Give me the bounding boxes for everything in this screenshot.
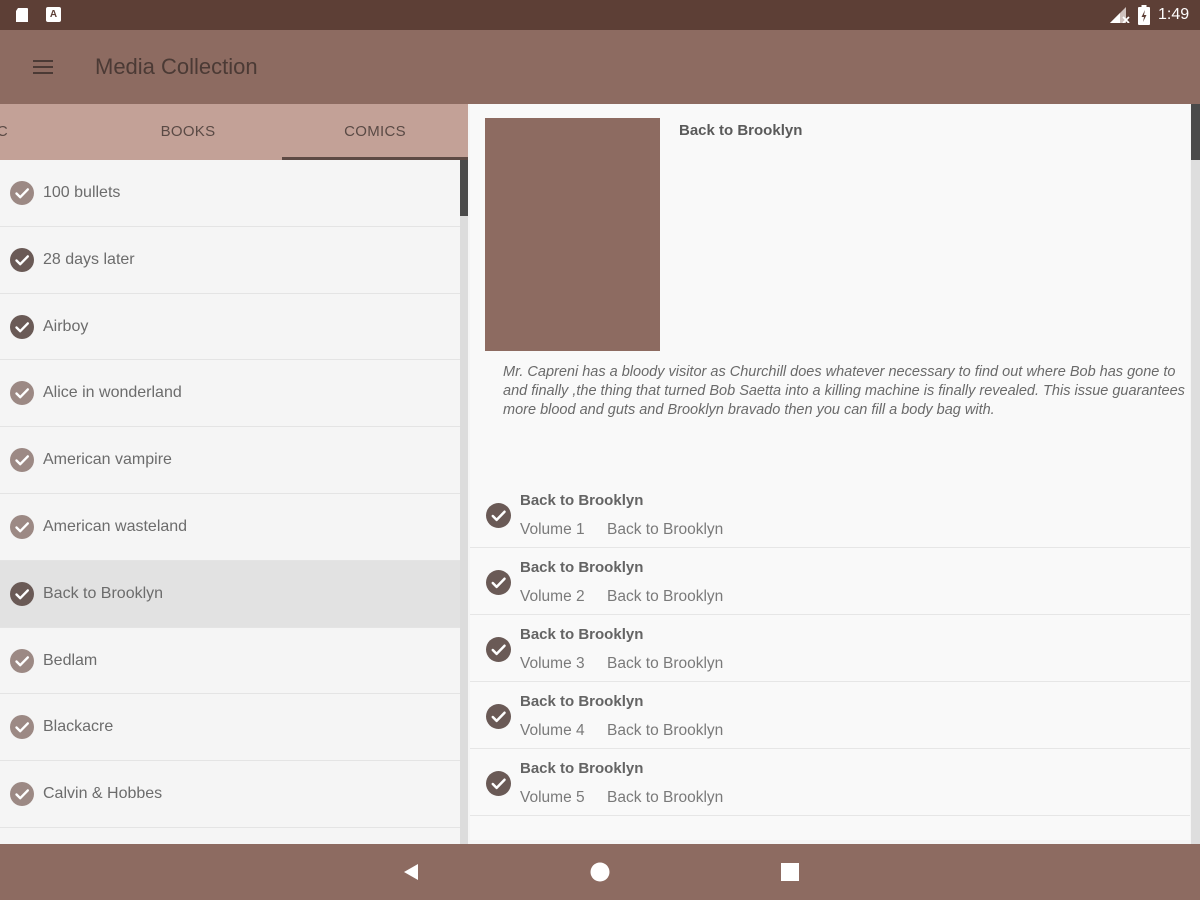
detail-pane: Back to Brooklyn Mr. Capreni has a blood… bbox=[470, 104, 1200, 844]
list-item-label: Alice in wonderland bbox=[43, 384, 182, 402]
comics-list: 100 bullets 28 days later Airboy Alice in w… bbox=[0, 160, 460, 828]
recents-icon[interactable] bbox=[780, 862, 800, 882]
hamburger-menu-icon[interactable] bbox=[30, 56, 56, 78]
checkmark-icon[interactable] bbox=[10, 314, 34, 339]
checkmark-icon[interactable] bbox=[486, 637, 511, 662]
list-item[interactable]: Airboy bbox=[0, 294, 460, 361]
volume-row[interactable]: Back to Brooklyn Volume 5 Back to Brooklyn bbox=[470, 749, 1190, 816]
tab-books[interactable]: BOOKS bbox=[94, 104, 282, 160]
list-item-label: American wasteland bbox=[43, 517, 188, 535]
checkmark-icon[interactable] bbox=[10, 448, 34, 473]
list-item-label: 100 bullets bbox=[43, 184, 121, 201]
volume-title: Back to Brooklyn bbox=[520, 760, 644, 777]
volume-series: Back to Brooklyn bbox=[607, 521, 724, 538]
volume-title: Back to Brooklyn bbox=[520, 492, 644, 509]
list-item-label: Airboy bbox=[43, 317, 89, 335]
page-title: Media Collection bbox=[95, 54, 258, 79]
signal-icon bbox=[1110, 7, 1130, 23]
status-time: 1:49 bbox=[1158, 6, 1190, 23]
volume-title: Back to Brooklyn bbox=[520, 559, 644, 576]
detail-description: Mr. Capreni has a bloody visitor as Chur… bbox=[503, 364, 1185, 418]
volume-list: Back to Brooklyn Volume 1 Back to Brooklyn… bbox=[470, 481, 1190, 816]
tab-music[interactable]: SIC bbox=[0, 104, 42, 160]
battery-icon bbox=[1138, 5, 1150, 25]
volume-series: Back to Brooklyn bbox=[607, 588, 724, 605]
tab-comics[interactable]: COMICS bbox=[282, 104, 468, 160]
list-scrollbar[interactable] bbox=[460, 160, 468, 844]
back-icon[interactable] bbox=[400, 861, 422, 883]
list-item[interactable]: American vampire bbox=[0, 427, 460, 494]
list-item[interactable]: 28 days later bbox=[0, 227, 460, 294]
volume-number: Volume 3 bbox=[520, 655, 585, 672]
detail-scrollbar-thumb[interactable] bbox=[1191, 104, 1200, 160]
volume-title: Back to Brooklyn bbox=[520, 693, 644, 710]
checkmark-icon[interactable] bbox=[10, 514, 34, 539]
checkmark-icon[interactable] bbox=[10, 715, 34, 740]
checkmark-icon[interactable] bbox=[486, 570, 511, 595]
list-scrollbar-thumb[interactable] bbox=[460, 160, 468, 216]
volume-series: Back to Brooklyn bbox=[607, 789, 724, 806]
list-item-label: Bedlam bbox=[43, 651, 98, 669]
volume-row[interactable]: Back to Brooklyn Volume 1 Back to Brooklyn bbox=[470, 481, 1190, 548]
system-nav-bar bbox=[0, 844, 1200, 900]
list-item-label: Blackacre bbox=[43, 718, 114, 736]
checkmark-icon[interactable] bbox=[10, 381, 34, 406]
volume-title: Back to Brooklyn bbox=[520, 626, 644, 643]
volume-number: Volume 4 bbox=[520, 722, 585, 739]
list-item[interactable]: American wasteland bbox=[0, 494, 460, 561]
app-bar: Media Collection bbox=[0, 30, 1200, 104]
checkmark-icon[interactable] bbox=[486, 771, 511, 796]
volume-row[interactable]: Back to Brooklyn Volume 2 Back to Brooklyn bbox=[470, 548, 1190, 615]
category-tabs: SIC BOOKS COMICS bbox=[0, 104, 468, 160]
checkmark-icon[interactable] bbox=[10, 181, 34, 205]
a-notification-icon: A bbox=[46, 7, 61, 22]
checkmark-icon[interactable] bbox=[10, 581, 34, 606]
checkmark-icon[interactable] bbox=[486, 704, 511, 729]
list-item-label: 28 days later bbox=[43, 250, 135, 268]
status-bar: A 1:49 bbox=[0, 0, 1200, 30]
checkmark-icon[interactable] bbox=[10, 247, 34, 272]
volume-number: Volume 1 bbox=[520, 521, 585, 538]
list-item[interactable]: Calvin & Hobbes bbox=[0, 761, 460, 828]
sd-card-icon bbox=[16, 8, 28, 22]
list-item-label: American vampire bbox=[43, 451, 172, 469]
checkmark-icon[interactable] bbox=[10, 648, 34, 673]
cover-image bbox=[485, 118, 660, 351]
volume-series: Back to Brooklyn bbox=[607, 722, 724, 739]
checkmark-icon[interactable] bbox=[10, 782, 34, 807]
volume-number: Volume 2 bbox=[520, 588, 585, 605]
list-item[interactable]: Back to Brooklyn bbox=[0, 560, 460, 628]
checkmark-icon[interactable] bbox=[486, 503, 511, 528]
volume-row[interactable]: Back to Brooklyn Volume 4 Back to Brooklyn bbox=[470, 682, 1190, 749]
volume-row[interactable]: Back to Brooklyn Volume 3 Back to Brooklyn bbox=[470, 615, 1190, 682]
detail-scrollbar[interactable] bbox=[1191, 104, 1200, 844]
list-item-label: Back to Brooklyn bbox=[43, 584, 164, 602]
list-item[interactable]: Blackacre bbox=[0, 694, 460, 762]
volume-series: Back to Brooklyn bbox=[607, 655, 724, 672]
list-item[interactable]: 100 bullets bbox=[0, 160, 460, 227]
list-item-label: Calvin & Hobbes bbox=[43, 785, 163, 803]
list-item[interactable]: Alice in wonderland bbox=[0, 360, 460, 428]
volume-number: Volume 5 bbox=[520, 789, 585, 806]
comics-list-pane: SIC BOOKS COMICS 100 bullets 28 days late… bbox=[0, 104, 468, 844]
detail-title: Back to Brooklyn bbox=[679, 122, 803, 139]
detail-card: Back to Brooklyn Mr. Capreni has a blood… bbox=[470, 104, 1190, 840]
list-item[interactable]: Bedlam bbox=[0, 628, 460, 695]
home-icon[interactable] bbox=[589, 861, 611, 883]
